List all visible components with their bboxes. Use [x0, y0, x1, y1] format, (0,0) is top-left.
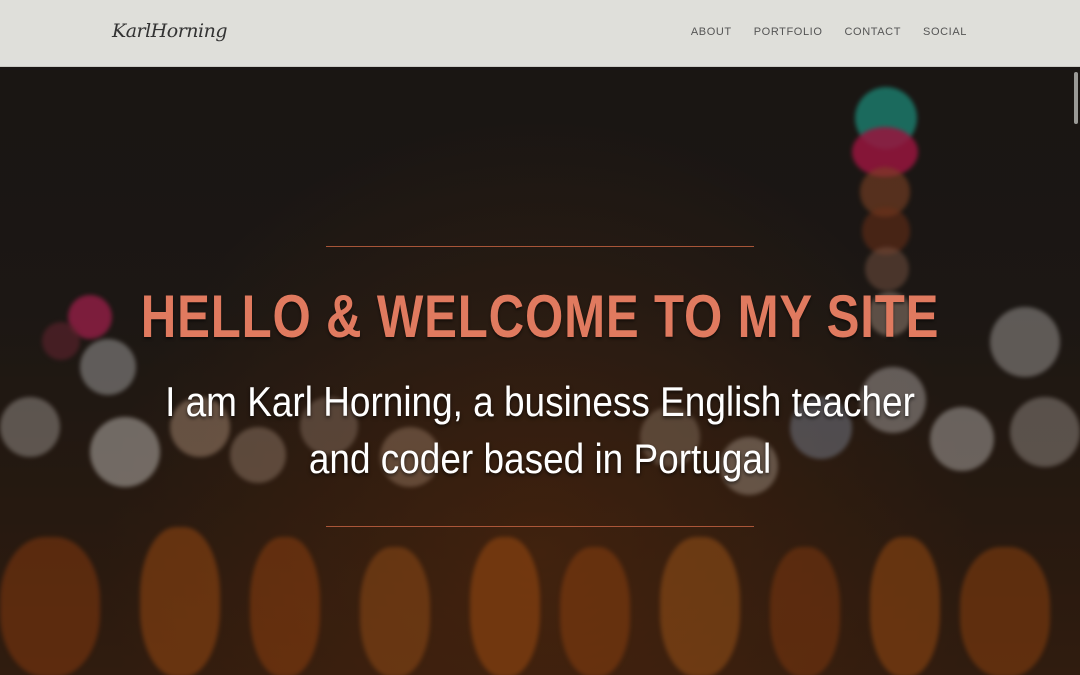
brand-logo[interactable]: KarlHorning — [112, 20, 228, 42]
scrollbar-thumb[interactable] — [1074, 72, 1078, 124]
nav-link-portfolio[interactable]: PORTFOLIO — [754, 26, 823, 38]
hero-section: HELLO & WELCOME TO MY SITE I am Karl Hor… — [0, 67, 1080, 675]
nav-link-social[interactable]: SOCIAL — [923, 26, 967, 38]
site-header: KarlHorning ABOUT PORTFOLIO CONTACT SOCI… — [0, 0, 1080, 67]
main-nav: ABOUT PORTFOLIO CONTACT SOCIAL — [691, 26, 967, 38]
nav-link-about[interactable]: ABOUT — [691, 26, 732, 38]
hero-divider-top — [326, 246, 754, 247]
nav-link-contact[interactable]: CONTACT — [845, 26, 902, 38]
hero-title: HELLO & WELCOME TO MY SITE — [140, 283, 940, 350]
hero-subtitle: I am Karl Horning, a business English te… — [165, 378, 915, 482]
page-scrollbar[interactable] — [1072, 0, 1080, 675]
hero-overlay — [0, 67, 1080, 675]
hero-divider-bottom — [326, 526, 754, 527]
